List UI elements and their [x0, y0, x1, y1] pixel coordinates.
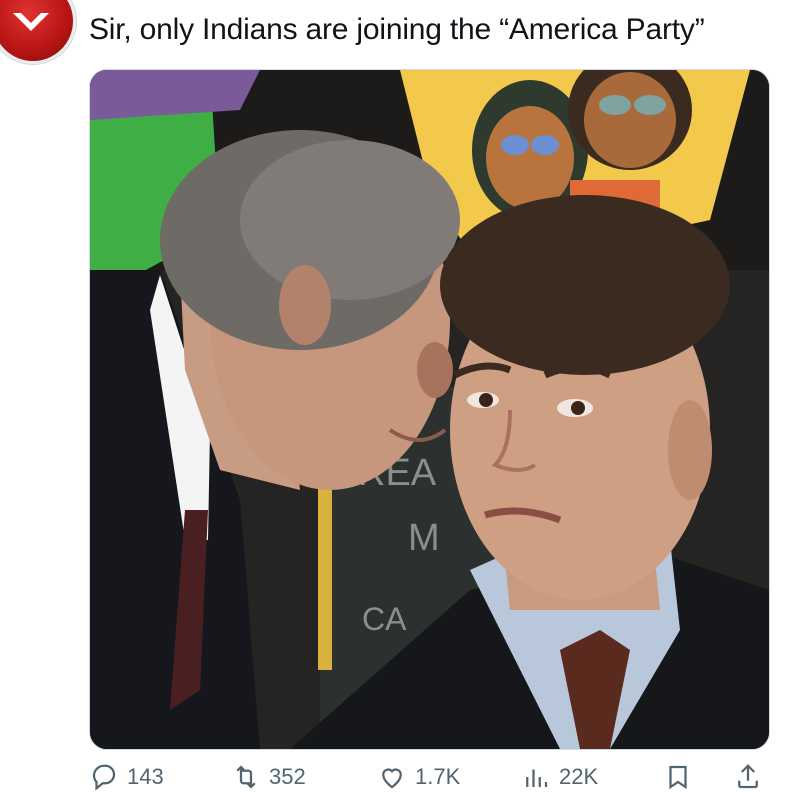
reply-count: 143: [127, 764, 164, 789]
views-icon: [526, 769, 548, 787]
share-icon: [738, 764, 758, 789]
repost-count: 352: [269, 764, 306, 789]
avatar[interactable]: [0, 0, 76, 64]
heart-icon: [382, 768, 402, 789]
bookmark-icon: [669, 765, 687, 790]
repost-button[interactable]: 352: [231, 762, 306, 792]
bookmark-button[interactable]: [663, 762, 693, 792]
repost-icon: [236, 765, 256, 789]
chalkboard-text-3: CA: [362, 601, 407, 637]
reply-button[interactable]: 143: [89, 762, 164, 792]
tweet-text: Sir, only Indians are joining the “Ameri…: [89, 13, 705, 46]
like-count: 1.7K: [415, 764, 461, 789]
action-bar: 143 352 1.7K 22K: [89, 762, 768, 792]
share-button[interactable]: [733, 762, 763, 792]
tweet-photo[interactable]: REA M CA: [89, 69, 770, 750]
reply-icon: [92, 764, 116, 791]
views-button[interactable]: 22K: [521, 762, 598, 792]
views-count: 22K: [559, 764, 599, 789]
like-button[interactable]: 1.7K: [377, 762, 460, 792]
chalkboard-text-2: M: [408, 517, 440, 559]
avatar-logo-icon: [13, 13, 49, 31]
